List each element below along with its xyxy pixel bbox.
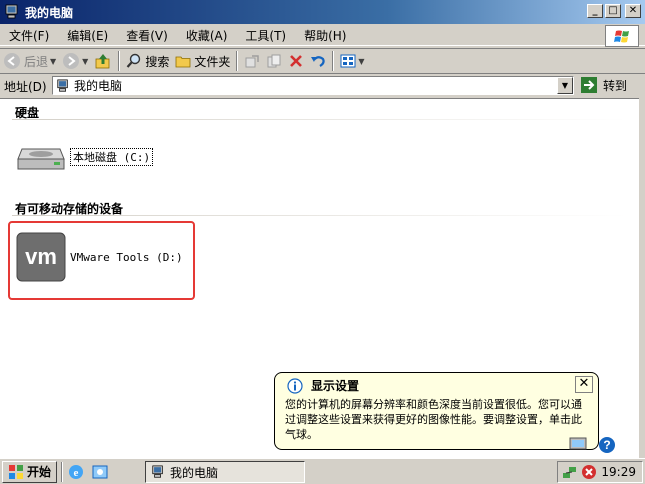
scrollbar[interactable] [639,98,645,458]
display-settings-icon [569,437,587,450]
error-icon[interactable] [581,464,597,480]
restore-button[interactable]: □ [605,4,621,18]
address-label: 地址(D) [4,79,47,94]
back-arrow-icon [4,53,20,69]
title-bar[interactable]: 我的电脑 _ □ ✕ [0,0,645,24]
up-button[interactable] [91,50,115,72]
show-desktop-icon[interactable] [91,463,109,481]
folder-up-icon [95,54,110,69]
forward-button[interactable]: ▼ [59,50,91,72]
delete-button[interactable] [285,50,307,72]
undo-icon [311,56,326,67]
svg-text:e: e [74,467,79,479]
copy-to-button[interactable] [263,50,285,72]
go-arrow-icon [581,77,597,93]
network-icon[interactable] [562,464,578,480]
taskbar: 开始 e 我的电脑 19:29 [0,458,645,484]
search-icon [127,53,141,68]
toolbar: 后退 ▼ ▼ 搜索 文件夹 ▼ [0,48,645,74]
menu-help[interactable]: 帮助(H) [295,27,355,45]
window-title: 我的电脑 [25,5,74,20]
menu-favorites[interactable]: 收藏(A) [177,27,237,45]
help-icon[interactable]: ? [597,435,617,455]
display-settings-balloon[interactable]: 显示设置 ✕ 您的计算机的屏幕分辨率和颜色深度当前设置很低。您可以通过调整这些设… [274,372,599,450]
move-to-icon [245,55,260,68]
views-grid-icon [340,54,356,68]
menu-file[interactable]: 文件(F) [0,27,58,45]
search-button[interactable]: 搜索 [123,50,172,72]
menu-view[interactable]: 查看(V) [117,27,177,45]
system-tray: 19:29 [557,461,643,483]
svg-text:?: ? [603,438,610,452]
copy-to-icon [267,54,281,68]
explorer-window: 我的电脑 _ □ ✕ 文件(F) 编辑(E) 查看(V) 收藏(A) 工具(T)… [0,0,645,458]
address-input[interactable]: 我的电脑 ▼ [52,76,574,95]
balloon-title: 显示设置 [311,379,360,393]
balloon-body: 您的计算机的屏幕分辨率和颜色深度当前设置很低。您可以通过调整这些设置来获得更好的… [285,398,582,441]
address-bar: 地址(D) 我的电脑 ▼ 转到 [0,75,645,97]
forward-arrow-icon [63,53,80,69]
back-button[interactable]: 后退 ▼ [0,50,59,72]
menu-edit[interactable]: 编辑(E) [58,27,117,45]
windows-logo-icon [9,464,23,479]
task-my-computer[interactable]: 我的电脑 [145,461,305,483]
tray-extra-panel: ? [567,433,645,457]
go-button[interactable]: 转到 [580,76,627,94]
highlight-annotation [8,221,195,300]
computer-icon [4,4,20,20]
close-button[interactable]: ✕ [625,4,641,18]
drive-c-label: 本地磁盘 (C:) [70,148,154,166]
address-value: 我的电脑 [74,79,123,93]
minimize-button[interactable]: _ [587,4,603,18]
folder-icon [175,56,191,68]
hard-disk-icon [17,148,65,170]
folders-button[interactable]: 文件夹 [172,50,233,72]
menu-tools[interactable]: 工具(T) [236,27,295,45]
drive-c[interactable]: 本地磁盘 (C:) [16,139,154,175]
chevron-down-icon: ▼ [82,56,89,66]
menu-bar: 文件(F) 编辑(E) 查看(V) 收藏(A) 工具(T) 帮助(H) [0,25,645,47]
clock: 19:29 [601,465,636,479]
chevron-down-icon: ▼ [358,56,365,66]
ie-quicklaunch-icon[interactable]: e [67,463,85,481]
views-button[interactable]: ▼ [337,50,367,72]
address-dropdown-button[interactable]: ▼ [557,77,573,94]
delete-x-icon [290,55,303,67]
balloon-close-button[interactable]: ✕ [575,376,593,393]
start-button[interactable]: 开始 [2,460,58,483]
undo-button[interactable] [307,50,329,72]
info-icon [287,378,303,397]
move-to-button[interactable] [241,50,263,72]
chevron-down-icon: ▼ [50,56,57,66]
computer-icon [152,465,163,478]
windows-logo-icon [605,25,639,47]
computer-icon [57,79,68,92]
